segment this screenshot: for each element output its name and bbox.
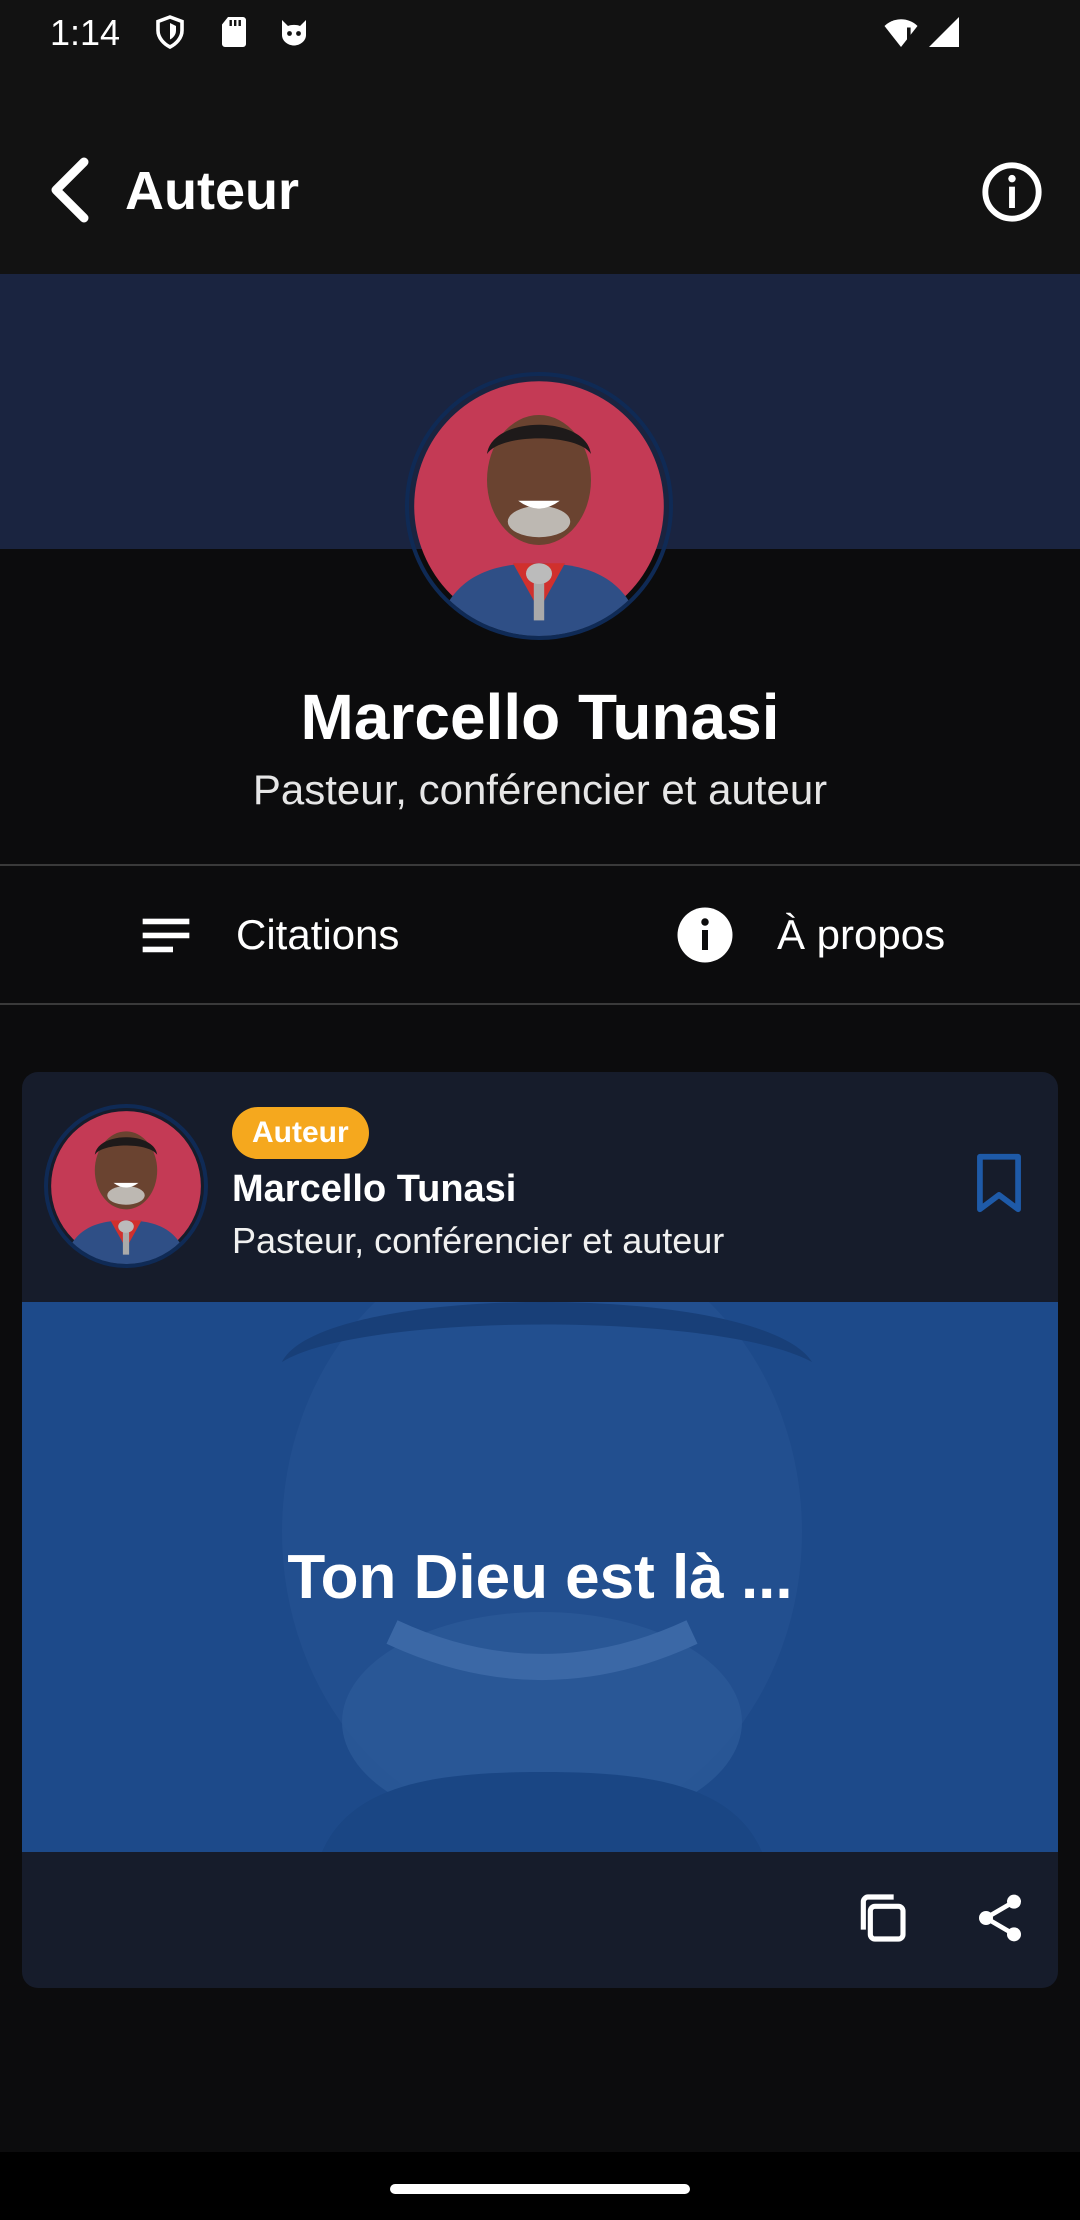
quote-card[interactable]: Auteur Marcello Tunasi Pasteur, conféren… — [22, 1072, 1058, 1988]
tab-a-propos-label: À propos — [777, 911, 946, 958]
author-badge: Auteur — [232, 1107, 369, 1159]
cat-face-icon — [282, 20, 306, 46]
list-lines-icon — [142, 918, 190, 953]
status-time: 1:14 — [50, 12, 121, 53]
tab-citations[interactable]: Citations — [138, 865, 399, 1005]
quote-text: Ton Dieu est là ... — [287, 1542, 793, 1612]
back-button[interactable] — [40, 150, 100, 230]
app-title: Auteur — [125, 161, 299, 221]
info-filled-icon — [677, 907, 733, 963]
signal-icon — [929, 17, 959, 47]
copy-icon[interactable] — [854, 1890, 910, 1946]
author-name: Marcello Tunasi — [300, 681, 780, 753]
card-author-name[interactable]: Marcello Tunasi — [232, 1168, 516, 1211]
card-author-avatar[interactable] — [44, 1104, 208, 1268]
shield-icon — [156, 15, 184, 50]
home-gesture-pill[interactable] — [390, 2184, 690, 2194]
wifi-alert-icon — [884, 19, 918, 47]
card-author-role: Pasteur, conférencier et auteur — [232, 1220, 725, 1261]
author-avatar — [405, 372, 673, 640]
share-icon[interactable] — [972, 1890, 1028, 1946]
info-icon[interactable] — [980, 160, 1044, 224]
tab-a-propos[interactable]: À propos — [675, 865, 945, 1005]
quote-image[interactable]: Ton Dieu est là ... — [22, 1302, 1058, 1852]
sd-card-icon — [222, 17, 246, 47]
bookmark-outline-icon[interactable] — [974, 1152, 1024, 1214]
divider — [0, 1003, 1080, 1005]
tab-citations-label: Citations — [236, 911, 400, 958]
author-role: Pasteur, conférencier et auteur — [252, 766, 828, 813]
